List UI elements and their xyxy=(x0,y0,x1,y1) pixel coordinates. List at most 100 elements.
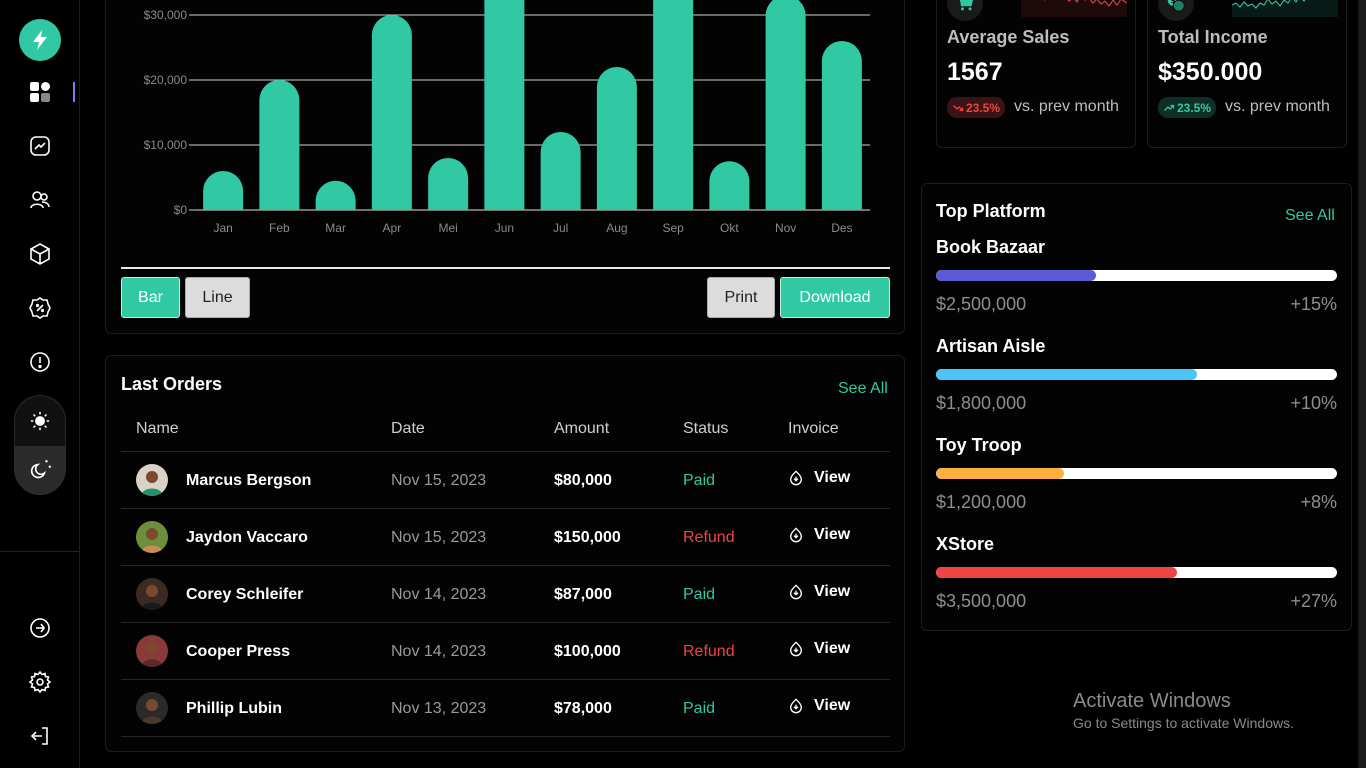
bar-okt[interactable] xyxy=(709,161,750,210)
light-mode-button[interactable] xyxy=(15,396,65,445)
platform-change: +8% xyxy=(1300,492,1337,512)
total-income-card: $ Total Income $350.000 23.5% vs. prev m… xyxy=(1147,0,1347,148)
bar-sep[interactable] xyxy=(653,0,694,210)
bar-jun[interactable] xyxy=(484,0,525,210)
chart-divider xyxy=(121,267,890,269)
coins-icon: $ xyxy=(1158,0,1194,21)
platform-change: +15% xyxy=(1290,294,1337,314)
print-button[interactable]: Print xyxy=(707,277,775,318)
bar-des[interactable] xyxy=(821,41,862,210)
average-sales-card: Average Sales 1567 23.5% vs. prev month xyxy=(936,0,1136,148)
platform-title: Top Platform xyxy=(936,201,1046,221)
order-status: Paid xyxy=(683,472,716,489)
header-invoice: Invoice xyxy=(788,420,839,437)
sidebar xyxy=(0,0,80,768)
x-tick-label: Jul xyxy=(553,221,568,235)
active-nav-indicator xyxy=(73,82,75,102)
view-invoice-label: View xyxy=(814,526,851,543)
platform-progress-fill xyxy=(936,468,1065,479)
bar-feb[interactable] xyxy=(259,80,300,210)
platform-amount: $2,500,000 xyxy=(936,294,1027,314)
total-income-suffix: vs. prev month xyxy=(1225,98,1330,115)
orders-see-all-link[interactable]: See All xyxy=(838,380,888,398)
bar-mei[interactable] xyxy=(428,158,469,210)
line-chart-button[interactable]: Line xyxy=(185,277,250,318)
table-row: Cooper Press Nov 14, 2023 $100,000 Refund Vi… xyxy=(121,623,890,680)
trend-up-icon xyxy=(1164,104,1175,111)
platform-amount: $3,500,000 xyxy=(936,591,1027,611)
x-tick-label: Okt xyxy=(720,221,739,235)
order-status: Paid xyxy=(683,586,716,603)
platform-amount: $1,200,000 xyxy=(936,492,1027,512)
activate-windows-subtitle: Go to Settings to activate Windows. xyxy=(1073,715,1294,731)
x-tick-label: Sep xyxy=(662,221,684,235)
bar-mar[interactable] xyxy=(315,180,356,210)
badge-discount-icon[interactable] xyxy=(26,294,54,322)
page-scrollbar[interactable] xyxy=(1358,0,1366,768)
analytics-icon[interactable] xyxy=(26,132,54,160)
view-invoice-button[interactable]: View xyxy=(788,697,850,715)
settings-icon[interactable] xyxy=(26,668,54,696)
table-row: Jaydon Vaccaro Nov 15, 2023 $150,000 Refund… xyxy=(121,509,890,566)
avatar xyxy=(136,464,168,496)
view-invoice-button[interactable]: View xyxy=(788,469,850,487)
platform-see-all-link[interactable]: See All xyxy=(1285,207,1335,225)
platform-progress-track xyxy=(936,270,1337,281)
bar-chart-button[interactable]: Bar xyxy=(121,277,180,318)
activate-windows-title: Activate Windows xyxy=(1073,690,1231,712)
order-customer-name: Marcus Bergson xyxy=(186,472,312,489)
x-tick-label: Jun xyxy=(495,221,514,235)
orders-title: Last Orders xyxy=(121,374,223,394)
dark-mode-button[interactable] xyxy=(15,446,65,495)
platform-amount: $1,800,000 xyxy=(936,393,1027,413)
invoice-icon xyxy=(789,527,803,543)
trend-down-icon xyxy=(953,104,964,111)
bar-aug[interactable] xyxy=(596,67,637,210)
average-sales-change-badge: 23.5% xyxy=(947,97,1006,118)
order-date: Nov 13, 2023 xyxy=(391,700,487,717)
header-amount: Amount xyxy=(554,420,610,437)
x-tick-label: Apr xyxy=(383,221,402,235)
order-amount: $78,000 xyxy=(554,700,612,717)
order-date: Nov 14, 2023 xyxy=(391,643,487,660)
view-invoice-button[interactable]: View xyxy=(788,583,850,601)
view-invoice-button[interactable]: View xyxy=(788,640,850,658)
bar-apr[interactable] xyxy=(371,15,412,210)
dashboard-icon[interactable] xyxy=(26,78,54,106)
total-income-change: 23.5% xyxy=(1177,100,1212,115)
order-customer-name: Phillip Lubin xyxy=(186,700,282,717)
arrow-right-circle-icon[interactable] xyxy=(26,614,54,642)
average-sales-value: 1567 xyxy=(947,58,1003,86)
invoice-icon xyxy=(789,698,803,714)
bar-nov[interactable] xyxy=(765,0,806,210)
order-customer-name: Cooper Press xyxy=(186,643,291,660)
order-status: Refund xyxy=(683,643,735,660)
view-invoice-button[interactable]: View xyxy=(788,526,850,544)
view-invoice-label: View xyxy=(814,469,851,486)
download-button[interactable]: Download xyxy=(780,277,890,318)
platform-progress-track xyxy=(936,567,1337,578)
platform-progress-fill xyxy=(936,567,1177,578)
y-tick-label: $20,000 xyxy=(144,73,188,87)
order-amount: $80,000 xyxy=(554,472,612,489)
avatar xyxy=(136,635,168,667)
row-divider xyxy=(121,736,890,737)
order-customer-name: Corey Schleifer xyxy=(186,586,304,603)
sidebar-divider xyxy=(0,551,79,552)
logo[interactable] xyxy=(19,19,61,61)
bar-jul[interactable] xyxy=(540,132,581,210)
theme-toggle[interactable] xyxy=(14,395,66,495)
x-tick-label: Feb xyxy=(269,221,290,235)
box-icon[interactable] xyxy=(26,240,54,268)
y-tick-label: $30,000 xyxy=(144,8,188,22)
y-tick-label: $0 xyxy=(174,203,188,217)
platform-name: Book Bazaar xyxy=(936,237,1046,257)
logout-icon[interactable] xyxy=(26,722,54,750)
view-invoice-label: View xyxy=(814,697,851,714)
users-icon[interactable] xyxy=(26,186,54,214)
alert-icon[interactable] xyxy=(26,348,54,376)
table-row: Phillip Lubin Nov 13, 2023 $78,000 Paid View xyxy=(121,680,890,737)
platform-progress-track xyxy=(936,369,1337,380)
average-sales-change: 23.5% xyxy=(966,100,1001,115)
bar-jan[interactable] xyxy=(203,171,244,210)
